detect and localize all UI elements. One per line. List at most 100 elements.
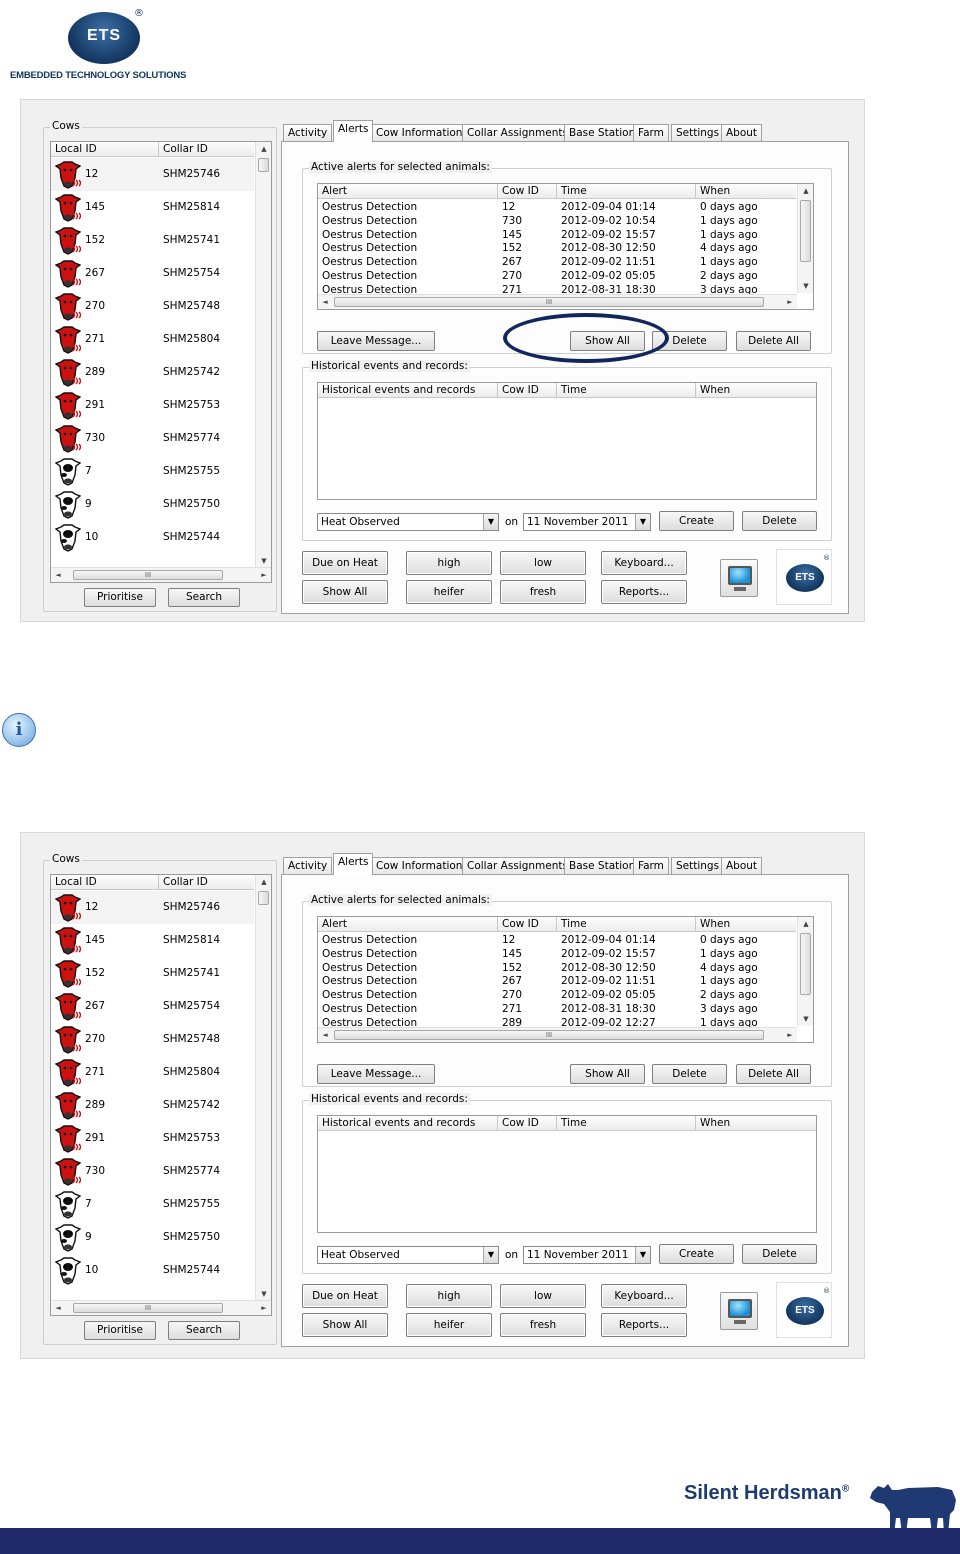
column-header-local-id[interactable]: Local ID (51, 142, 159, 157)
search-button[interactable]: Search (168, 1321, 240, 1340)
cow-list-item[interactable]: 291 SHM25753 (51, 1122, 254, 1155)
scroll-right-icon[interactable]: ► (783, 1028, 797, 1042)
alert-row[interactable]: Oestrus Detection 267 2012-09-02 11:51 1 da… (318, 256, 796, 269)
create-button[interactable]: Create (659, 511, 734, 531)
cow-list-item[interactable]: 271 SHM25804 (51, 1056, 254, 1089)
alerts-list[interactable]: Alert Cow ID Time When Oestrus Detection… (317, 183, 814, 310)
scroll-thumb[interactable]: III (334, 297, 764, 307)
cow-list-item[interactable]: 267 SHM25754 (51, 257, 254, 290)
alert-row[interactable]: Oestrus Detection 152 2012-08-30 12:50 4 da… (318, 242, 796, 255)
cow-list-item[interactable]: 10 SHM25744 (51, 1254, 254, 1287)
scroll-left-icon[interactable]: ◄ (318, 1028, 332, 1042)
tab-base-station[interactable]: Base Station (564, 857, 641, 875)
cows-vertical-scrollbar[interactable]: ▲ ▼ (255, 875, 271, 1315)
delete-all-alerts-button[interactable]: Delete All (736, 331, 811, 351)
cow-list-item[interactable]: 270 SHM25748 (51, 290, 254, 323)
column-header-cow-id[interactable]: Cow ID (498, 184, 557, 199)
tab-about[interactable]: About (721, 857, 763, 875)
historical-list[interactable]: Historical events and records Cow ID Tim… (317, 382, 817, 500)
date-picker[interactable]: 11 November 2011 ▼ (523, 513, 651, 531)
due-on-heat-button[interactable]: Due on Heat (302, 1284, 388, 1308)
scroll-thumb[interactable]: III (334, 1030, 764, 1040)
column-header-when[interactable]: When (696, 1116, 816, 1131)
cow-list-item[interactable]: 289 SHM25742 (51, 1089, 254, 1122)
delete-record-button[interactable]: Delete (742, 511, 817, 531)
tab-cow-information[interactable]: Cow Information (371, 857, 468, 875)
column-header-when[interactable]: When (696, 383, 816, 398)
tab-activity[interactable]: Activity (283, 124, 333, 142)
low-filter-button[interactable]: low (500, 551, 586, 575)
chevron-down-icon[interactable]: ▼ (483, 514, 498, 530)
scroll-up-icon[interactable]: ▲ (256, 142, 271, 156)
alert-row[interactable]: Oestrus Detection 145 2012-09-02 15:57 1 da… (318, 229, 796, 242)
cow-list-item[interactable]: 152 SHM25741 (51, 957, 254, 990)
column-header-collar-id[interactable]: Collar ID (159, 142, 256, 157)
scroll-up-icon[interactable]: ▲ (798, 184, 813, 198)
scroll-thumb[interactable] (800, 933, 811, 995)
alert-row[interactable]: Oestrus Detection 152 2012-08-30 12:50 4 da… (318, 962, 796, 975)
tab-base-station[interactable]: Base Station (564, 124, 641, 142)
high-filter-button[interactable]: high (406, 551, 492, 575)
cow-list-item[interactable]: 730 SHM25774 (51, 422, 254, 455)
scroll-thumb[interactable] (800, 200, 811, 262)
column-header-alert[interactable]: Alert (318, 184, 498, 199)
scroll-down-icon[interactable]: ▼ (256, 1287, 271, 1301)
alerts-horizontal-scrollbar[interactable]: ◄ III ► (318, 1027, 797, 1042)
date-picker[interactable]: 11 November 2011 ▼ (523, 1246, 651, 1264)
cow-list-item[interactable]: 145 SHM25814 (51, 924, 254, 957)
prioritise-button[interactable]: Prioritise (84, 1321, 156, 1340)
monitor-icon[interactable] (720, 559, 758, 597)
chevron-down-icon[interactable]: ▼ (635, 1247, 650, 1263)
show-all-cows-button[interactable]: Show All (302, 1313, 388, 1337)
scroll-left-icon[interactable]: ◄ (318, 295, 332, 309)
reports-button[interactable]: Reports... (601, 580, 687, 604)
tab-settings[interactable]: Settings (671, 857, 725, 875)
tab-farm[interactable]: Farm (633, 857, 669, 875)
alert-row[interactable]: Oestrus Detection 12 2012-09-04 01:14 0 day… (318, 934, 796, 947)
high-filter-button[interactable]: high (406, 1284, 492, 1308)
prioritise-button[interactable]: Prioritise (84, 588, 156, 607)
scroll-thumb[interactable]: III (73, 570, 223, 580)
tab-settings[interactable]: Settings (671, 124, 725, 142)
reports-button[interactable]: Reports... (601, 1313, 687, 1337)
scroll-left-icon[interactable]: ◄ (51, 1301, 65, 1315)
cow-list-item[interactable]: 267 SHM25754 (51, 990, 254, 1023)
alert-row[interactable]: Oestrus Detection 12 2012-09-04 01:14 0 day… (318, 201, 796, 214)
cows-vertical-scrollbar[interactable]: ▲ ▼ (255, 142, 271, 582)
monitor-icon[interactable] (720, 1292, 758, 1330)
cow-list-item[interactable]: 9 SHM25750 (51, 488, 254, 521)
cows-horizontal-scrollbar[interactable]: ◄ III ► (51, 1300, 271, 1315)
low-filter-button[interactable]: low (500, 1284, 586, 1308)
show-all-alerts-button[interactable]: Show All (570, 1064, 645, 1084)
cow-list-item[interactable]: 9 SHM25750 (51, 1221, 254, 1254)
column-header-alert[interactable]: Alert (318, 917, 498, 932)
due-on-heat-button[interactable]: Due on Heat (302, 551, 388, 575)
cow-list-item[interactable]: 271 SHM25804 (51, 323, 254, 356)
delete-all-alerts-button[interactable]: Delete All (736, 1064, 811, 1084)
keyboard-button[interactable]: Keyboard... (601, 551, 687, 575)
scroll-thumb[interactable]: III (73, 1303, 223, 1313)
cow-list-item[interactable]: 7 SHM25755 (51, 455, 254, 488)
cow-list-item[interactable]: 145 SHM25814 (51, 191, 254, 224)
leave-message-button[interactable]: Leave Message... (317, 1064, 435, 1084)
tab-farm[interactable]: Farm (633, 124, 669, 142)
event-type-dropdown[interactable]: Heat Observed ▼ (317, 1246, 499, 1264)
cow-list-item[interactable]: 12 SHM25746 (51, 158, 254, 191)
cow-list-item[interactable]: 10 SHM25744 (51, 521, 254, 554)
cows-list[interactable]: Local ID Collar ID 12 SHM25746 145 SHM25814… (50, 141, 272, 583)
heifer-filter-button[interactable]: heifer (406, 1313, 492, 1337)
fresh-filter-button[interactable]: fresh (500, 1313, 586, 1337)
scroll-down-icon[interactable]: ▼ (798, 1012, 813, 1026)
tab-activity[interactable]: Activity (283, 857, 333, 875)
tab-collar-assignments[interactable]: Collar Assignments (462, 124, 573, 142)
cows-horizontal-scrollbar[interactable]: ◄ III ► (51, 567, 271, 582)
cow-list-item[interactable]: 730 SHM25774 (51, 1155, 254, 1188)
scroll-up-icon[interactable]: ▲ (798, 917, 813, 931)
column-header-historical[interactable]: Historical events and records (318, 1116, 498, 1131)
delete-record-button[interactable]: Delete (742, 1244, 817, 1264)
column-header-when[interactable]: When (696, 917, 798, 932)
scroll-right-icon[interactable]: ► (257, 568, 271, 582)
show-all-cows-button[interactable]: Show All (302, 580, 388, 604)
scroll-thumb[interactable] (258, 891, 269, 905)
scroll-thumb[interactable] (258, 158, 269, 172)
